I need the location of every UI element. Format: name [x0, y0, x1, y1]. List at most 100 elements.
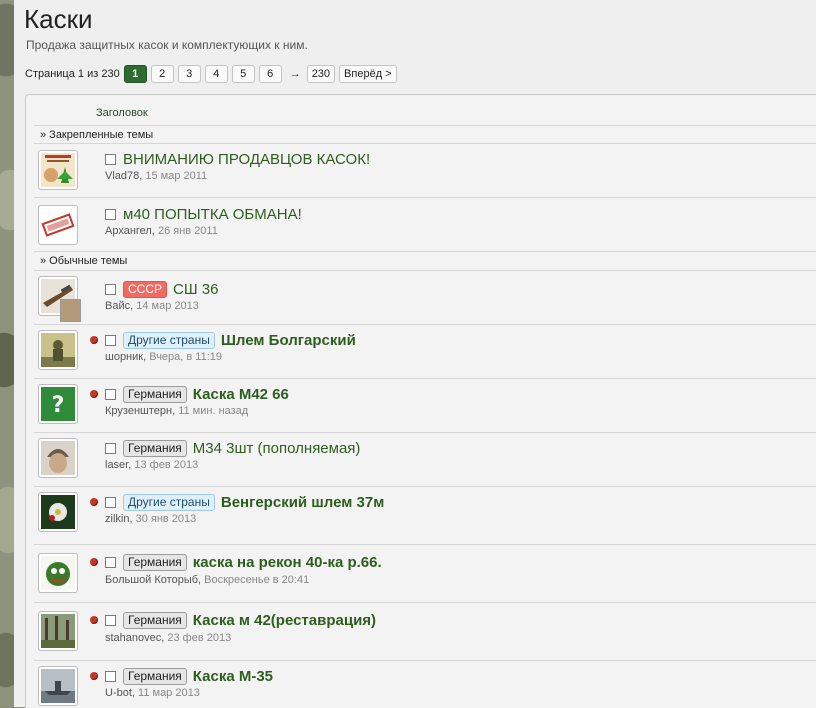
banned-stamp-avatar	[41, 208, 75, 242]
thread-title[interactable]: Венгерский шлем 37м	[221, 494, 384, 511]
page-button-last[interactable]: 230	[306, 65, 336, 83]
thread-date[interactable]: 14 мар 2013	[136, 300, 199, 312]
select-checkbox[interactable]	[105, 497, 116, 508]
thread-author[interactable]: laser	[105, 459, 128, 471]
avatar[interactable]	[38, 553, 78, 593]
thread-author[interactable]: zilkin	[105, 513, 129, 525]
avatar[interactable]	[38, 611, 78, 651]
thread-prefix[interactable]: Другие страны	[123, 332, 215, 349]
unread-indicator	[90, 558, 98, 566]
next-page-button[interactable]: Вперёд >	[339, 65, 397, 83]
page-button-1[interactable]: 1	[123, 65, 147, 83]
avatar[interactable]	[38, 492, 78, 532]
thread-meta: Вайс, 14 мар 2013	[105, 300, 199, 312]
avatar[interactable]	[38, 438, 78, 478]
thread-row: ? Германия Каска М42 66 Крузенштерн, 11 …	[26, 378, 816, 432]
select-checkbox[interactable]	[105, 557, 116, 568]
thread-prefix[interactable]: Германия	[123, 554, 187, 571]
thread-title-line: Другие страны Шлем Болгарский	[105, 332, 356, 349]
thread-title[interactable]: Шлем Болгарский	[221, 332, 356, 349]
thread-prefix[interactable]: Другие страны	[123, 494, 215, 511]
thread-date[interactable]: 11 мар 2013	[138, 687, 200, 699]
thread-prefix[interactable]: СССР	[123, 281, 168, 298]
page-button-2[interactable]: 2	[150, 65, 174, 83]
skip-arrow-icon: →	[289, 68, 301, 80]
svg-text:?: ?	[52, 393, 65, 418]
select-checkbox[interactable]	[105, 209, 116, 220]
select-checkbox[interactable]	[105, 671, 116, 682]
avatar[interactable]	[38, 330, 78, 370]
select-checkbox[interactable]	[105, 335, 116, 346]
thread-title[interactable]: м40 ПОПЫТКА ОБМАНА!	[123, 206, 302, 223]
thread-title[interactable]: Каска М-35	[193, 668, 273, 685]
thread-prefix[interactable]: Германия	[123, 386, 187, 403]
thread-meta: Vlad78, 15 мар 2011	[105, 170, 208, 182]
thread-date[interactable]: 23 фев 2013	[167, 632, 231, 644]
avatar[interactable]: ?	[38, 384, 78, 424]
column-header-title[interactable]: Заголовок	[96, 107, 148, 119]
thread-date[interactable]: 11 мин. назад	[178, 405, 248, 417]
select-checkbox[interactable]	[105, 389, 116, 400]
thread-meta: zilkin, 30 янв 2013	[105, 513, 197, 525]
avatar[interactable]	[38, 150, 78, 190]
thread-prefix[interactable]: Германия	[123, 612, 187, 629]
thread-prefix[interactable]: Германия	[123, 440, 187, 457]
thread-title[interactable]: Каска м 42(реставрация)	[193, 612, 376, 629]
thread-prefix[interactable]: Германия	[123, 668, 187, 685]
avatar[interactable]	[38, 205, 78, 245]
thread-meta: Большой Которыб, Воскресенье в 20:41	[105, 574, 310, 586]
page-button-3[interactable]: 3	[177, 65, 201, 83]
thread-author[interactable]: Крузенштерн	[105, 405, 172, 417]
question-mark-avatar: ?	[41, 387, 75, 421]
thread-title-line: Германия Каска М42 66	[105, 386, 289, 403]
divider	[34, 125, 816, 126]
thread-date[interactable]: 26 янв 2011	[158, 225, 218, 237]
sticky-section-header: » Закрепленные темы	[40, 129, 154, 141]
page-button-5[interactable]: 5	[231, 65, 255, 83]
thread-row: СССР СШ 36 Вайс, 14 мар 2013	[26, 270, 816, 324]
thread-date[interactable]: Вчера, в 11:19	[149, 351, 222, 363]
thread-author[interactable]: U-bot	[105, 687, 132, 699]
thread-title-line: Другие страны Венгерский шлем 37м	[105, 494, 384, 511]
thread-date[interactable]: Воскресенье в 20:41	[204, 574, 309, 586]
page-button-6[interactable]: 6	[258, 65, 282, 83]
participant-avatar[interactable]	[60, 299, 81, 322]
thread-author[interactable]: Архангел	[105, 225, 152, 237]
avatar[interactable]	[38, 666, 78, 706]
thread-title[interactable]: каска на рекон 40-ка р.66.	[193, 554, 382, 571]
select-checkbox[interactable]	[105, 615, 116, 626]
thread-author[interactable]: шорник	[105, 351, 143, 363]
thread-row: Германия Каска м 42(реставрация) stahano…	[26, 602, 816, 660]
thread-title-line: Германия Каска м 42(реставрация)	[105, 612, 376, 629]
thread-row: Германия М34 3шт (пополняемая) laser, 13…	[26, 432, 816, 486]
thread-meta: U-bot, 11 мар 2013	[105, 687, 200, 699]
thread-title[interactable]: Каска М42 66	[193, 386, 289, 403]
thread-date[interactable]: 30 янв 2013	[136, 513, 197, 525]
thread-title-line: м40 ПОПЫТКА ОБМАНА!	[105, 206, 302, 223]
thread-row: Другие страны Венгерский шлем 37м zilkin…	[26, 486, 816, 544]
thread-author[interactable]: stahanovec	[105, 632, 161, 644]
thread-title[interactable]: ВНИМАНИЮ ПРОДАВЦОВ КАСОК!	[123, 151, 370, 168]
thread-row: ВНИМАНИЮ ПРОДАВЦОВ КАСОК! Vlad78, 15 мар…	[26, 143, 816, 197]
select-checkbox[interactable]	[105, 443, 116, 454]
poster-avatar	[41, 153, 75, 187]
thread-date[interactable]: 13 фев 2013	[134, 459, 198, 471]
helmet-face-avatar	[41, 441, 75, 475]
thread-row: Германия каска на рекон 40-ка р.66. Боль…	[26, 544, 816, 602]
thread-author[interactable]: Вайс	[105, 300, 130, 312]
page-button-4[interactable]: 4	[204, 65, 228, 83]
thread-list: Заголовок » Закрепленные темы ВНИМАНИЮ П…	[25, 94, 816, 708]
page-count-label: Страница 1 из 230	[25, 68, 120, 80]
thread-title-line: Германия М34 3шт (пополняемая)	[105, 440, 360, 457]
thread-title[interactable]: М34 3шт (пополняемая)	[193, 440, 361, 457]
unread-indicator	[90, 390, 98, 398]
select-checkbox[interactable]	[105, 154, 116, 165]
thread-author[interactable]: Vlad78	[105, 170, 139, 182]
thread-title[interactable]: СШ 36	[173, 281, 218, 298]
pagination: Страница 1 из 230 1 2 3 4 5 6 → 230 Впер…	[25, 65, 401, 83]
thread-date[interactable]: 15 мар 2011	[145, 170, 207, 182]
ship-avatar	[41, 669, 75, 703]
thread-row: м40 ПОПЫТКА ОБМАНА! Архангел, 26 янв 201…	[26, 197, 816, 251]
thread-author[interactable]: Большой Которыб	[105, 574, 198, 586]
select-checkbox[interactable]	[105, 284, 116, 295]
